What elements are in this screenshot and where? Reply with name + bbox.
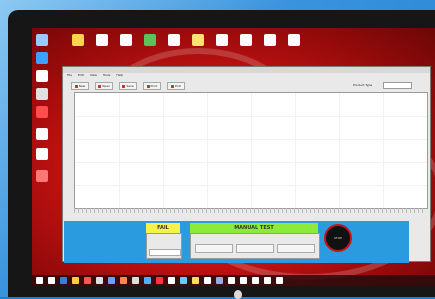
app-icon[interactable]: [108, 277, 115, 284]
product-type-select[interactable]: [383, 82, 412, 89]
browser-icon[interactable]: [60, 277, 67, 284]
app-icon[interactable]: [240, 277, 247, 284]
open-button-label: Open: [101, 84, 110, 88]
desktop-icon[interactable]: [216, 34, 228, 46]
mode-button-1[interactable]: [195, 244, 233, 253]
exit-button[interactable]: Exit: [167, 82, 185, 90]
app-icon[interactable]: [276, 277, 283, 284]
menu-item-help[interactable]: Help: [116, 73, 123, 78]
mode-button-2[interactable]: [236, 244, 274, 253]
aux-panel: [146, 233, 182, 259]
app-icon[interactable]: [216, 277, 223, 284]
menu-item-file[interactable]: File: [67, 73, 72, 78]
product-type-label: Product Type: [353, 83, 373, 87]
save-button-label: Save: [126, 84, 134, 88]
exit-icon: [171, 84, 175, 88]
menu-bar: File Edit View Tools Help: [67, 73, 123, 78]
menu-item-edit[interactable]: Edit: [78, 73, 84, 78]
new-button-label: New: [78, 84, 86, 88]
desktop-icon[interactable]: [168, 34, 180, 46]
print-icon: [146, 84, 150, 88]
app-icon[interactable]: [84, 277, 91, 284]
new-icon: [74, 84, 78, 88]
print-button-label: Print: [150, 84, 158, 88]
laptop-bezel: File Edit View Tools Help New Open Save …: [8, 10, 435, 299]
desktop-icon[interactable]: [36, 88, 48, 100]
apple-logo-icon: [234, 290, 242, 299]
graph-area: [74, 92, 428, 209]
desktop-icon[interactable]: [36, 170, 48, 182]
desktop-icon[interactable]: [36, 70, 48, 82]
app-icon[interactable]: [120, 277, 127, 284]
grid-line: [75, 139, 427, 140]
folder-icon[interactable]: [72, 277, 79, 284]
app-icon[interactable]: [264, 277, 271, 284]
result-status: FAIL: [146, 223, 180, 233]
grid-line: [339, 93, 340, 208]
exit-button-label: Exit: [175, 84, 181, 88]
app-icon[interactable]: [252, 277, 259, 284]
app-icon[interactable]: [168, 277, 175, 284]
grid-line: [119, 93, 120, 208]
desktop-screen: File Edit View Tools Help New Open Save …: [32, 28, 435, 286]
desktop-icon[interactable]: [240, 34, 252, 46]
desktop-icon[interactable]: [36, 128, 48, 140]
grid-line: [207, 93, 208, 208]
desktop-icon[interactable]: [264, 34, 276, 46]
emergency-stop-button[interactable]: STOP: [324, 224, 352, 252]
menu-item-tools[interactable]: Tools: [103, 73, 110, 78]
grid-line: [383, 93, 384, 208]
toolbar: New Open Save Print Exit: [71, 82, 185, 90]
desktop-icon[interactable]: [36, 148, 48, 160]
mode-title: MANUAL TEST: [190, 223, 318, 233]
grid-line: [75, 116, 427, 117]
mode-button-3[interactable]: [277, 244, 315, 253]
save-button[interactable]: Save: [119, 82, 137, 90]
mode-panel: [190, 233, 320, 259]
app-icon[interactable]: [96, 277, 103, 284]
menu-item-view[interactable]: View: [90, 73, 97, 78]
save-icon: [122, 84, 126, 88]
taskbar: [32, 275, 435, 286]
app-icon[interactable]: [132, 277, 139, 284]
desktop-icon[interactable]: [96, 34, 108, 46]
grid-line: [295, 93, 296, 208]
search-icon[interactable]: [48, 277, 55, 284]
desktop-icon[interactable]: [288, 34, 300, 46]
print-button[interactable]: Print: [143, 82, 161, 90]
app-icon[interactable]: [204, 277, 211, 284]
app-icon[interactable]: [156, 277, 163, 284]
open-icon: [97, 84, 101, 88]
desktop-icon[interactable]: [36, 52, 48, 64]
grid-line: [163, 93, 164, 208]
desktop-icon[interactable]: [36, 106, 48, 118]
app-icon[interactable]: [192, 277, 199, 284]
control-panel: FAIL MANUAL TEST STOP: [64, 221, 409, 263]
app-icon[interactable]: [228, 277, 235, 284]
open-button[interactable]: Open: [95, 82, 113, 90]
desktop-icon[interactable]: [36, 34, 48, 46]
new-button[interactable]: New: [71, 82, 89, 90]
grid-line: [251, 93, 252, 208]
start-icon[interactable]: [36, 277, 43, 284]
x-axis-ticks: [74, 208, 426, 213]
aux-button[interactable]: [149, 249, 181, 256]
grid-line: [75, 162, 427, 163]
desktop-icon[interactable]: [192, 34, 204, 46]
desktop-icon[interactable]: [144, 34, 156, 46]
app-icon[interactable]: [144, 277, 151, 284]
desktop-icon[interactable]: [120, 34, 132, 46]
desktop-icon[interactable]: [72, 34, 84, 46]
grid-line: [75, 185, 427, 186]
app-icon[interactable]: [180, 277, 187, 284]
